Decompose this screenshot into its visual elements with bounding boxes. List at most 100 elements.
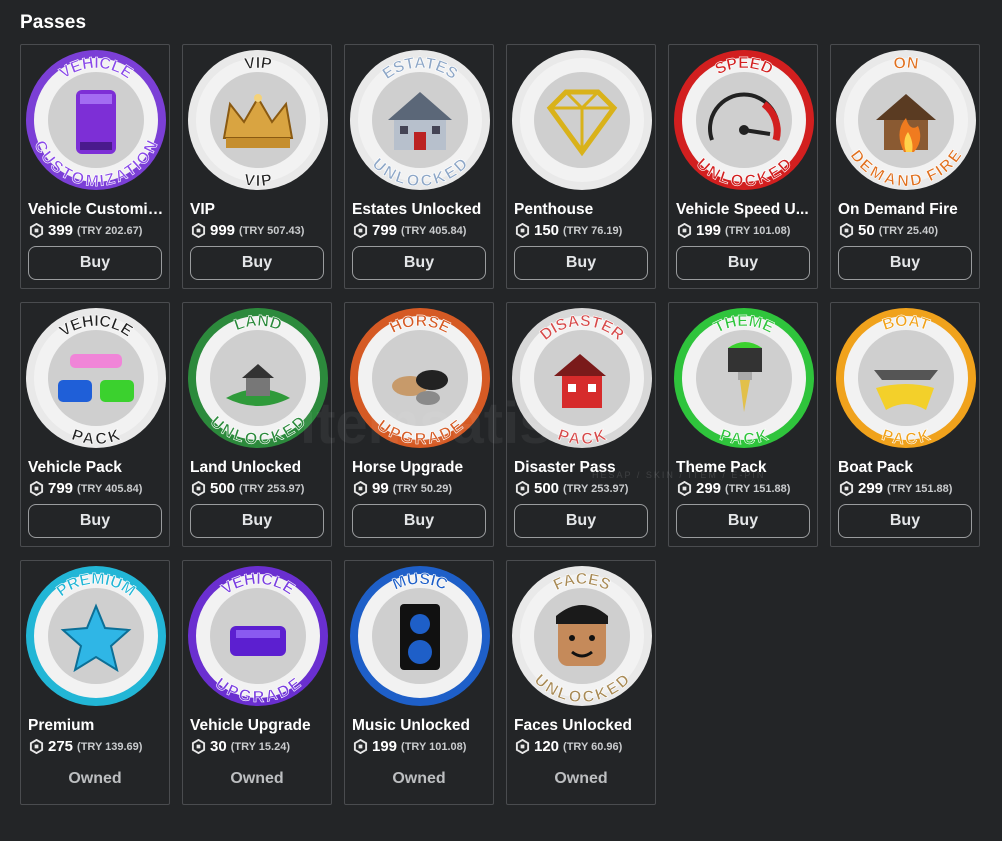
robux-price: 500 [210, 480, 236, 497]
pass-card[interactable]: MUSIC Music Unlocked 199 (TRY 101.08) Owned [344, 560, 494, 805]
pass-card[interactable]: Penthouse 150 (TRY 76.19) Buy [506, 44, 656, 289]
robux-price: 799 [48, 480, 74, 497]
robux-icon [191, 481, 206, 496]
pass-name[interactable]: Vehicle Speed U... [676, 201, 814, 219]
buy-button[interactable]: Buy [514, 246, 648, 280]
buy-button[interactable]: Buy [190, 504, 324, 538]
pass-card[interactable]: HORSE UPGRADE Horse Upgrade 99 (TRY 50.29) Bu… [344, 302, 494, 547]
pass-badge-image[interactable]: THEME PACK [672, 306, 816, 450]
robux-icon [677, 481, 692, 496]
pass-name[interactable]: VIP [190, 201, 328, 219]
pass-card[interactable]: BOAT PACK Boat Pack 299 (TRY 151.88) Buy [830, 302, 980, 547]
pass-badge-image[interactable]: VEHICLE UPGRADE [186, 564, 330, 708]
robux-price: 120 [534, 738, 560, 755]
pass-badge-image[interactable]: LAND UNLOCKED [186, 306, 330, 450]
try-price: (TRY 405.84) [77, 482, 143, 495]
try-price: (TRY 253.97) [239, 482, 305, 495]
pass-card[interactable]: DISASTER PACK Disaster Pass 500 (TRY 253.97)… [506, 302, 656, 547]
car-upgrade-icon [230, 626, 286, 656]
pass-name[interactable]: On Demand Fire [838, 201, 976, 219]
limo-icon [76, 90, 116, 154]
robux-price: 999 [210, 222, 236, 239]
price-row: 999 (TRY 507.43) [191, 222, 304, 239]
pass-name[interactable]: Vehicle Upgrade [190, 717, 328, 735]
robux-price: 150 [534, 222, 560, 239]
pass-badge-image[interactable]: VIP VIP [186, 48, 330, 192]
price-row: 399 (TRY 202.67) [29, 222, 142, 239]
robux-price: 500 [534, 480, 560, 497]
pass-card[interactable]: SPEED UNLOCKED Vehicle Speed U... 199 (TRY 1… [668, 44, 818, 289]
buy-button[interactable]: Buy [676, 246, 810, 280]
pass-name[interactable]: Vehicle Customiz... [28, 201, 166, 219]
price-row: 500 (TRY 253.97) [515, 480, 628, 497]
pass-name[interactable]: Disaster Pass [514, 459, 652, 477]
pass-badge-image[interactable]: HORSE UPGRADE [348, 306, 492, 450]
pass-card[interactable]: VEHICLE UPGRADE Vehicle Upgrade 30 (TRY 15.2… [182, 560, 332, 805]
pass-card[interactable]: VEHICLE CUSTOMIZATION Vehicle Customiz... 3… [20, 44, 170, 289]
pass-badge-image[interactable] [510, 48, 654, 192]
robux-icon [191, 223, 206, 238]
buy-button[interactable]: Buy [838, 504, 972, 538]
robux-price: 199 [696, 222, 722, 239]
buy-button[interactable]: Buy [676, 504, 810, 538]
price-row: 275 (TRY 139.69) [29, 738, 142, 755]
pass-name[interactable]: Faces Unlocked [514, 717, 652, 735]
pass-card[interactable]: ON DEMAND FIRE On Demand Fire 50 (TRY 25.40)… [830, 44, 980, 289]
try-price: (TRY 76.19) [563, 224, 623, 237]
pass-badge-image[interactable]: FACES UNLOCKED [510, 564, 654, 708]
buy-button[interactable]: Buy [28, 504, 162, 538]
pass-card[interactable]: VEHICLE PACK Vehicle Pack 799 (TRY 405.84) Bu… [20, 302, 170, 547]
robux-icon [515, 481, 530, 496]
pass-card[interactable]: VIP VIP VIP 999 (TRY 507.43) Buy [182, 44, 332, 289]
pass-badge-image[interactable]: DISASTER PACK [510, 306, 654, 450]
owned-label: Owned [68, 770, 122, 787]
pass-name[interactable]: Theme Pack [676, 459, 814, 477]
price-row: 150 (TRY 76.19) [515, 222, 622, 239]
robux-icon [353, 739, 368, 754]
buy-button[interactable]: Buy [28, 246, 162, 280]
try-price: (TRY 15.24) [230, 740, 290, 753]
robux-icon [29, 481, 44, 496]
robux-icon [29, 739, 44, 754]
pass-name[interactable]: Vehicle Pack [28, 459, 166, 477]
try-price: (TRY 60.96) [563, 740, 623, 753]
pass-badge-image[interactable]: ESTATES UNLOCKED [348, 48, 492, 192]
pass-badge-image[interactable]: ON DEMAND FIRE [834, 48, 978, 192]
try-price: (TRY 101.08) [725, 224, 791, 237]
section-title: Passes [20, 12, 87, 33]
buy-button[interactable]: Buy [352, 246, 486, 280]
pass-badge-image[interactable]: PREMIUM [24, 564, 168, 708]
price-row: 799 (TRY 405.84) [353, 222, 466, 239]
price-row: 50 (TRY 25.40) [839, 222, 938, 239]
pass-badge-image[interactable]: MUSIC [348, 564, 492, 708]
pass-name[interactable]: Estates Unlocked [352, 201, 490, 219]
pass-badge-image[interactable]: VEHICLE PACK [24, 306, 168, 450]
badge-top-text: VIP [243, 55, 273, 73]
pass-card[interactable]: FACES UNLOCKED Faces Unlocked 120 (TRY 60.96… [506, 560, 656, 805]
pass-badge-image[interactable]: SPEED UNLOCKED [672, 48, 816, 192]
pass-name[interactable]: Penthouse [514, 201, 652, 219]
pass-name[interactable]: Land Unlocked [190, 459, 328, 477]
try-price: (TRY 151.88) [887, 482, 953, 495]
robux-icon [677, 223, 692, 238]
robux-icon [839, 481, 854, 496]
pass-badge-image[interactable]: BOAT PACK [834, 306, 978, 450]
buy-button[interactable]: Buy [514, 504, 648, 538]
owned-label: Owned [230, 770, 284, 787]
pass-name[interactable]: Premium [28, 717, 166, 735]
pass-name[interactable]: Music Unlocked [352, 717, 490, 735]
buy-button[interactable]: Buy [352, 504, 486, 538]
price-row: 500 (TRY 253.97) [191, 480, 304, 497]
pass-badge-image[interactable]: VEHICLE CUSTOMIZATION [24, 48, 168, 192]
price-row: 30 (TRY 15.24) [191, 738, 290, 755]
try-price: (TRY 253.97) [563, 482, 629, 495]
pass-card[interactable]: THEME PACK Theme Pack 299 (TRY 151.88) Buy [668, 302, 818, 547]
robux-icon [353, 481, 368, 496]
pass-card[interactable]: ESTATES UNLOCKED Estates Unlocked 799 (TRY 4… [344, 44, 494, 289]
pass-card[interactable]: PREMIUM Premium 275 (TRY 139.69) Owned [20, 560, 170, 805]
pass-name[interactable]: Boat Pack [838, 459, 976, 477]
buy-button[interactable]: Buy [838, 246, 972, 280]
buy-button[interactable]: Buy [190, 246, 324, 280]
pass-card[interactable]: LAND UNLOCKED Land Unlocked 500 (TRY 253.97)… [182, 302, 332, 547]
pass-name[interactable]: Horse Upgrade [352, 459, 490, 477]
